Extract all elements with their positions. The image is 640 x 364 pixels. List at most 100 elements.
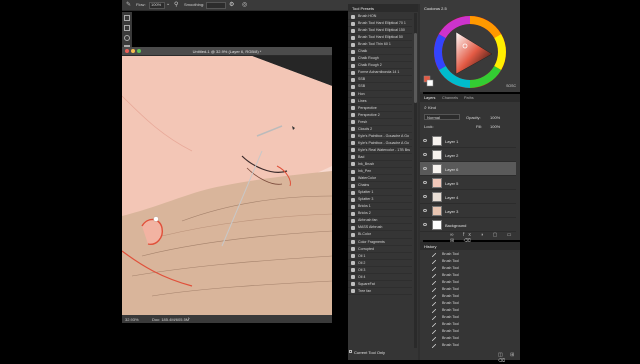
- tab-layers[interactable]: Layers: [424, 96, 435, 100]
- fill-value[interactable]: 100%: [490, 124, 500, 129]
- history-item[interactable]: Brush Tool: [420, 272, 516, 279]
- eye-icon[interactable]: [423, 167, 427, 170]
- flow-dropdown-icon[interactable]: ⌄: [166, 1, 170, 7]
- tool-preset-item[interactable]: Lines: [348, 98, 412, 105]
- tool-preset-item[interactable]: Perspective: [348, 105, 412, 112]
- layer-row[interactable]: Layer 2: [420, 148, 516, 162]
- tool-presets-scrollbar[interactable]: [414, 13, 417, 348]
- tool-preset-item[interactable]: Clouds 2: [348, 126, 412, 133]
- pressure-icon[interactable]: ◎: [242, 1, 247, 8]
- layer-row[interactable]: Layer 1: [420, 134, 516, 148]
- tool-preset-item[interactable]: Kyle's Real Watercolor - 17B Bru: [348, 147, 412, 154]
- tool-preset-item[interactable]: Brush Tool Hard Elliptical 50: [348, 34, 412, 42]
- color-wheel[interactable]: [420, 4, 520, 92]
- layer-filter-kind[interactable]: ⌕ Kind: [424, 105, 436, 111]
- tool-preset-item[interactable]: Brush Tool Thin 60 1: [348, 41, 412, 49]
- history-item[interactable]: Brush Tool: [420, 321, 516, 328]
- eye-icon[interactable]: [423, 181, 427, 184]
- tool-presets-tab[interactable]: Tool Presets: [348, 4, 418, 12]
- drawing-canvas[interactable]: [122, 56, 332, 315]
- eye-icon[interactable]: [423, 223, 427, 226]
- history-item[interactable]: Brush Tool: [420, 293, 516, 300]
- tool-preset-item[interactable]: Bi-Color: [348, 231, 412, 239]
- tab-channels[interactable]: Channels: [442, 96, 458, 100]
- tool-preset-item[interactable]: SSB: [348, 76, 412, 84]
- history-tab[interactable]: History: [420, 242, 520, 250]
- history-actions-icons[interactable]: ◫ ⊞ ⌫: [498, 352, 520, 364]
- marquee-tool-icon[interactable]: [124, 25, 130, 31]
- tool-preset-item[interactable]: Airbrush fan: [348, 217, 412, 225]
- history-item[interactable]: Brush Tool: [420, 300, 516, 307]
- history-item[interactable]: Brush Tool: [420, 251, 516, 258]
- gear-icon[interactable]: ⚙: [229, 1, 234, 8]
- history-item[interactable]: Brush Tool: [420, 265, 516, 272]
- eye-icon[interactable]: [423, 209, 427, 212]
- brush-preset-icon: [351, 197, 355, 202]
- tool-preset-item[interactable]: Bricks 2: [348, 210, 412, 218]
- tool-preset-item[interactable]: Tree fan: [348, 288, 412, 295]
- tool-preset-item[interactable]: Corrupted: [348, 246, 412, 253]
- eye-icon[interactable]: [423, 139, 427, 142]
- history-item[interactable]: Brush Tool: [420, 279, 516, 286]
- tool-preset-item[interactable]: Fresh: [348, 119, 412, 126]
- tool-preset-label: Brush Tool Thin 60 1: [358, 42, 391, 47]
- tool-preset-item[interactable]: Splatter 3: [348, 196, 412, 204]
- history-label: Brush Tool: [442, 280, 459, 284]
- tool-preset-item[interactable]: Color Fragments: [348, 239, 412, 246]
- history-item[interactable]: Brush Tool: [420, 258, 516, 265]
- tool-preset-item[interactable]: Forme Acharnibonda 14 1: [348, 69, 412, 77]
- tool-preset-item[interactable]: SquareFat: [348, 281, 412, 288]
- tool-preset-item[interactable]: Oil 2: [348, 260, 412, 267]
- tool-preset-item[interactable]: SSB: [348, 83, 412, 91]
- tool-preset-item[interactable]: Ink_Pen: [348, 168, 412, 176]
- tool-preset-item[interactable]: Oil 4: [348, 274, 412, 281]
- tool-preset-item[interactable]: Chalk: [348, 48, 412, 56]
- layer-row[interactable]: Layer 3: [420, 204, 516, 218]
- layer-row[interactable]: Background: [420, 218, 516, 232]
- tool-preset-item[interactable]: MASS Airbrush: [348, 224, 412, 232]
- blend-mode-select[interactable]: Normal: [424, 114, 460, 120]
- tool-preset-item[interactable]: Hon: [348, 91, 412, 98]
- brush-preset-icon[interactable]: ✎: [126, 1, 131, 8]
- history-item[interactable]: Brush Tool: [420, 314, 516, 321]
- eye-icon[interactable]: [423, 195, 427, 198]
- history-item[interactable]: Brush Tool: [420, 335, 516, 342]
- move-tool-icon[interactable]: [124, 15, 130, 21]
- status-menu-arrow-icon[interactable]: ›: [188, 316, 190, 322]
- tool-preset-item[interactable]: Brush HON: [348, 13, 412, 21]
- eye-icon[interactable]: [423, 153, 427, 156]
- tool-preset-item[interactable]: Brush Tool Hard Elliptical 150: [348, 27, 412, 35]
- smoothing-field[interactable]: [206, 2, 226, 9]
- tool-preset-item[interactable]: Perspective 2: [348, 112, 412, 119]
- history-item[interactable]: Brush Tool: [420, 286, 516, 293]
- tool-preset-item[interactable]: Brush Tool Hard Elliptical 70 1: [348, 20, 412, 28]
- layers-panel: Layers Channels Paths ⌕ Kind Normal Opac…: [420, 94, 520, 244]
- current-tool-only-checkbox[interactable]: [349, 350, 352, 353]
- history-item[interactable]: Brush Tool: [420, 328, 516, 335]
- tool-preset-item[interactable]: Chalk Rough: [348, 55, 412, 63]
- lock-label: Lock:: [424, 124, 434, 129]
- airbrush-icon[interactable]: ⚲: [174, 1, 178, 8]
- tool-preset-item[interactable]: Chalk Rough 2: [348, 62, 412, 70]
- zoom-level[interactable]: 32.93%: [125, 317, 139, 322]
- layer-row[interactable]: Layer 6: [420, 162, 516, 176]
- tab-paths[interactable]: Paths: [464, 96, 474, 100]
- tool-preset-label: Clouds 2: [358, 126, 373, 131]
- tool-preset-item[interactable]: Kyle's Paintbox - Gouache A Go: [348, 140, 412, 147]
- opacity-value[interactable]: 100%: [490, 115, 500, 120]
- tool-preset-item[interactable]: Splatter 1: [348, 189, 412, 197]
- tool-preset-item[interactable]: Chains: [348, 182, 412, 190]
- tool-preset-item[interactable]: Oil 3: [348, 267, 412, 274]
- tool-preset-item[interactable]: WaterColor: [348, 175, 412, 183]
- color-mode-label[interactable]: SOSC: [506, 84, 516, 88]
- tool-preset-item[interactable]: Bricks 1: [348, 203, 412, 211]
- tool-preset-item[interactable]: Ink_Brush: [348, 161, 412, 169]
- layer-row[interactable]: Layer 4: [420, 190, 516, 204]
- lasso-tool-icon[interactable]: [124, 35, 130, 41]
- layer-row[interactable]: Layer 5: [420, 176, 516, 190]
- history-item[interactable]: Brush Tool: [420, 307, 516, 314]
- history-item[interactable]: Brush Tool: [420, 342, 516, 349]
- tool-preset-item[interactable]: Kyle's Paintbox - Gouache A Go: [348, 133, 412, 140]
- tool-preset-item[interactable]: Bad: [348, 154, 412, 161]
- tool-preset-item[interactable]: Oil 1: [348, 253, 412, 260]
